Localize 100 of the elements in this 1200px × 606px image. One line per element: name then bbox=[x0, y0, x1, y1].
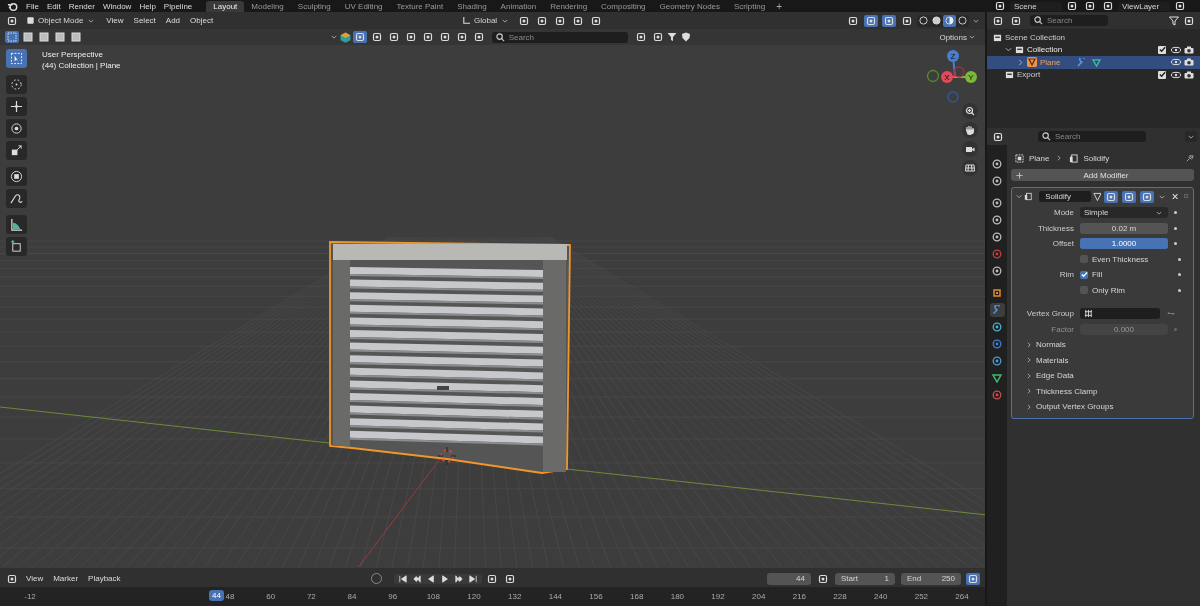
menu-item[interactable]: Object bbox=[186, 16, 218, 25]
filter-icon[interactable] bbox=[666, 32, 677, 42]
mode-dropdown[interactable]: Simple bbox=[1080, 207, 1168, 218]
keyframe-dot-icon[interactable] bbox=[1174, 242, 1177, 245]
checkbox[interactable] bbox=[1158, 70, 1166, 79]
chevron-down-icon[interactable] bbox=[973, 17, 979, 24]
menu-item[interactable]: Help bbox=[135, 1, 160, 11]
move-tool-icon[interactable] bbox=[6, 97, 27, 116]
menu-item[interactable]: Edit bbox=[42, 1, 65, 11]
keyframe-dot-icon[interactable] bbox=[1178, 273, 1181, 276]
rotate-tool-icon[interactable] bbox=[6, 119, 27, 138]
number-field[interactable]: 0.02 m bbox=[1080, 222, 1168, 234]
chevron-down-icon[interactable] bbox=[88, 17, 95, 24]
select-tool-icon[interactable] bbox=[6, 49, 27, 68]
menu-item[interactable]: Add bbox=[161, 16, 185, 25]
shield-icon[interactable] bbox=[680, 32, 691, 42]
subpanel-header[interactable]: Normals bbox=[1016, 338, 1189, 351]
blender-logo-icon[interactable] bbox=[7, 0, 18, 12]
outliner-row[interactable]: Collection bbox=[987, 43, 1200, 56]
workspace-tab[interactable]: Modeling bbox=[244, 0, 291, 12]
annotate-tool-icon[interactable] bbox=[6, 189, 27, 208]
cursor-tool-icon[interactable] bbox=[6, 75, 27, 94]
search-field[interactable]: Search bbox=[491, 31, 628, 43]
select-mode-icon[interactable] bbox=[21, 31, 35, 43]
filter-icon[interactable] bbox=[1169, 15, 1179, 26]
drag-handle-icon[interactable] bbox=[1182, 193, 1189, 200]
chevron-right-icon[interactable] bbox=[1056, 155, 1063, 161]
axis-gizmo-drawing[interactable]: Z X Y bbox=[926, 50, 977, 103]
workspace-tab[interactable]: Scripting bbox=[727, 0, 773, 12]
view-layer-field[interactable]: ViewLayer bbox=[1118, 1, 1170, 11]
outliner-row[interactable]: Plane bbox=[987, 56, 1200, 69]
grid-icon[interactable] bbox=[962, 160, 978, 176]
add-cube-tool-icon[interactable] bbox=[6, 237, 27, 256]
menu-item[interactable]: View bbox=[102, 16, 128, 25]
add-workspace-button[interactable]: + bbox=[772, 0, 786, 12]
3d-cursor-icon[interactable] bbox=[437, 446, 457, 466]
chevron-down-icon[interactable] bbox=[1005, 46, 1012, 54]
select-mode-icon[interactable] bbox=[69, 31, 83, 43]
checkbox[interactable] bbox=[1080, 286, 1088, 294]
shading-mode-button[interactable] bbox=[956, 14, 969, 27]
shading-mode-button[interactable] bbox=[930, 14, 943, 27]
subpanel-header[interactable]: Materials bbox=[1016, 354, 1189, 366]
start-frame-field[interactable]: Start 1 bbox=[835, 572, 895, 585]
3d-viewport[interactable]: Z X Y Search Options User Perspective (44) Collection | Plane bbox=[0, 29, 985, 568]
wrench-icon[interactable] bbox=[1077, 57, 1087, 67]
keyframe-dot-icon[interactable] bbox=[1174, 226, 1177, 230]
properties-tab[interactable] bbox=[989, 371, 1005, 385]
subpanel-header[interactable]: Thickness Clamp bbox=[1016, 385, 1189, 397]
end-frame-field[interactable]: End 250 bbox=[901, 572, 961, 585]
slider-field[interactable]: 1.0000 bbox=[1080, 238, 1168, 249]
subpanel-header[interactable]: Edge Data bbox=[1016, 369, 1189, 382]
checkbox[interactable] bbox=[1080, 255, 1088, 263]
funnel-icon[interactable] bbox=[1092, 191, 1102, 202]
chevron-down-icon[interactable] bbox=[969, 34, 975, 40]
orientation-dropdown[interactable]: Global bbox=[458, 16, 515, 25]
select-mode-icon[interactable] bbox=[53, 31, 67, 43]
keyframe-dot-icon[interactable] bbox=[1178, 257, 1181, 261]
modifier-name-field[interactable]: Solidify bbox=[1039, 191, 1091, 202]
mode-dropdown[interactable]: Object Mode bbox=[22, 16, 101, 25]
chevron-down-icon[interactable] bbox=[502, 17, 509, 24]
workspace-tab[interactable]: Shading bbox=[450, 0, 494, 12]
select-mode-icon[interactable] bbox=[37, 31, 51, 43]
menu-item[interactable]: Playback bbox=[84, 574, 125, 583]
add-modifier-button[interactable]: Add Modifier bbox=[1011, 169, 1194, 181]
scene-field[interactable]: Scene bbox=[1010, 1, 1062, 11]
measure-tool-icon[interactable] bbox=[6, 215, 27, 234]
checkbox[interactable] bbox=[1158, 45, 1166, 54]
options-dropdown[interactable]: Options bbox=[935, 32, 981, 42]
shading-mode-button[interactable] bbox=[943, 14, 956, 27]
menu-item[interactable]: Pipeline bbox=[159, 1, 197, 11]
eye-icon[interactable] bbox=[1171, 45, 1181, 54]
menu-item[interactable]: Window bbox=[98, 1, 136, 11]
mesh-data-icon[interactable] bbox=[1092, 57, 1102, 67]
menu-item[interactable]: Render bbox=[64, 1, 99, 11]
invert-toggle[interactable] bbox=[1166, 311, 1176, 316]
checkbox-label[interactable]: Even Thickness bbox=[1092, 254, 1149, 264]
workspace-tab[interactable]: Compositing bbox=[594, 0, 653, 12]
search-field[interactable]: Search bbox=[1038, 131, 1146, 142]
search-field[interactable]: Search bbox=[1030, 15, 1108, 26]
workspace-tab[interactable]: UV Editing bbox=[337, 0, 390, 12]
menu-item[interactable]: Select bbox=[129, 16, 160, 25]
eye-icon[interactable] bbox=[1171, 70, 1181, 79]
shading-mode-button[interactable] bbox=[917, 14, 930, 27]
properties-tab[interactable] bbox=[989, 303, 1005, 317]
current-frame-field[interactable]: 44 bbox=[767, 572, 811, 585]
chevron-right-icon[interactable] bbox=[1017, 58, 1024, 66]
keyframe-dot-icon[interactable] bbox=[1174, 327, 1177, 331]
scale-tool-icon[interactable] bbox=[6, 141, 27, 160]
keyframe-dot-icon[interactable] bbox=[1174, 211, 1177, 214]
outliner-row[interactable]: Export bbox=[987, 68, 1200, 81]
subpanel-header[interactable]: Output Vertex Groups bbox=[1016, 400, 1189, 413]
workspace-tab[interactable]: Sculpting bbox=[290, 0, 338, 12]
menu-item[interactable]: File bbox=[22, 1, 43, 11]
menu-item[interactable]: View bbox=[22, 574, 48, 583]
menu-item[interactable]: Marker bbox=[49, 574, 83, 583]
workspace-tab[interactable]: Texture Paint bbox=[389, 0, 451, 12]
chevron-down-icon[interactable] bbox=[1016, 193, 1023, 200]
eye-icon[interactable] bbox=[1171, 58, 1181, 67]
cube-icon[interactable] bbox=[339, 31, 351, 43]
checkbox-label[interactable]: Only Rim bbox=[1092, 285, 1125, 295]
